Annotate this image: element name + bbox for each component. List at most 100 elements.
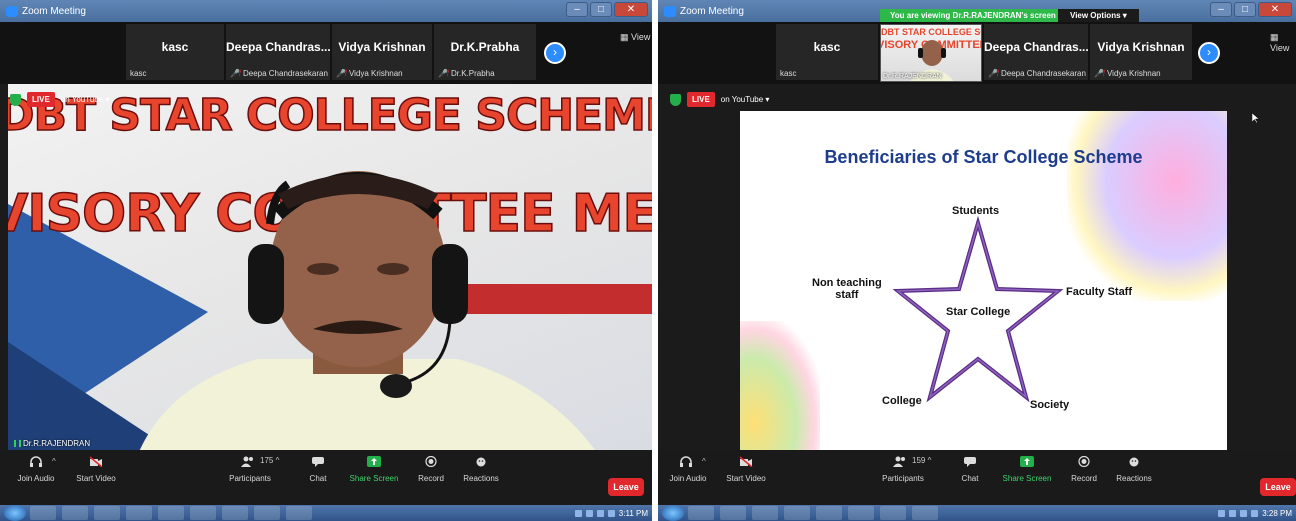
star-label-bottom-right: Society	[1030, 399, 1070, 411]
window-title: Zoom Meeting	[22, 5, 86, 17]
tray-icon[interactable]	[1229, 509, 1237, 517]
view-options-menu[interactable]: View Options ▾	[1058, 9, 1139, 22]
taskbar-app-icon[interactable]	[784, 506, 810, 520]
viewing-screen-banner: You are viewing Dr.R.RAJENDRAN's screen	[880, 9, 1066, 22]
taskbar-app-icon[interactable]	[286, 506, 312, 520]
taskbar-app-icon[interactable]	[190, 506, 216, 520]
reactions-button[interactable]: Reactions	[463, 474, 499, 483]
audio-options-chevron[interactable]: ^	[702, 457, 706, 466]
start-button[interactable]	[662, 505, 684, 521]
start-video-button[interactable]: Start Video	[76, 474, 115, 483]
taskbar-app-icon[interactable]	[688, 506, 714, 520]
view-button[interactable]: ▦ View	[1270, 32, 1296, 53]
speaker-name-label: Dr.R.RAJENDRAN	[14, 439, 90, 448]
start-video-button[interactable]: Start Video	[726, 474, 765, 483]
reactions-icon	[476, 457, 486, 467]
minimize-button[interactable]: –	[1210, 2, 1232, 17]
taskbar-app-icon[interactable]	[126, 506, 152, 520]
leave-button[interactable]: Leave	[1260, 478, 1296, 496]
headphones-icon	[30, 456, 42, 467]
audio-options-chevron[interactable]: ^	[52, 457, 56, 466]
taskbar-app-icon[interactable]	[30, 506, 56, 520]
zoom-logo-icon	[664, 5, 676, 17]
tray-icon[interactable]	[607, 509, 615, 517]
taskbar-app-icon[interactable]	[222, 506, 248, 520]
tray-icon[interactable]	[585, 509, 593, 517]
zoom-logo-icon	[6, 5, 18, 17]
zoom-window-right: Zoom Meeting – □ ✕ You are viewing Dr.R.…	[658, 0, 1296, 521]
reactions-button[interactable]: Reactions	[1116, 474, 1152, 483]
record-button[interactable]: Record	[1071, 474, 1097, 483]
chat-button[interactable]: Chat	[962, 474, 979, 483]
next-page-button[interactable]: ›	[1198, 42, 1220, 64]
headphones-icon	[680, 456, 692, 467]
taskbar-app-icon[interactable]	[62, 506, 88, 520]
next-page-button[interactable]: ›	[544, 42, 566, 64]
participants-button[interactable]: Participants	[229, 474, 271, 483]
minimize-button[interactable]: –	[566, 2, 588, 17]
chat-button[interactable]: Chat	[310, 474, 327, 483]
share-screen-button[interactable]: Share Screen	[350, 474, 399, 483]
start-button[interactable]	[4, 505, 26, 521]
participant-label: 🎤̸ Deepa Chandrasekaran	[988, 69, 1086, 78]
record-button[interactable]: Record	[418, 474, 444, 483]
participant-label: 🎤̸ Vidya Krishnan	[336, 69, 403, 78]
tray-icon[interactable]	[596, 509, 604, 517]
tray-icon[interactable]	[1218, 509, 1226, 517]
participant-strip: kasc kasc Deepa Chandras... 🎤̸ Deepa Chan…	[0, 22, 652, 84]
taskbar-clock[interactable]: 3:11 PM	[619, 509, 648, 518]
live-platform-menu[interactable]: on YouTube ▾	[721, 95, 770, 104]
participant-label: kasc	[780, 69, 797, 78]
taskbar-app-icon[interactable]	[752, 506, 778, 520]
maximize-button[interactable]: □	[590, 2, 612, 17]
participant-count: 159 ^	[912, 456, 932, 465]
thumbnail-name-label: Dr.R.RAJENDRAN	[883, 73, 942, 80]
participants-button[interactable]: Participants	[882, 474, 924, 483]
participant-tile[interactable]: Vidya Krishnan 🎤̸ Vidya Krishnan	[1090, 24, 1192, 80]
participant-tile[interactable]: kasc kasc	[776, 24, 878, 80]
view-button[interactable]: ▦ View	[620, 32, 650, 43]
close-button[interactable]: ✕	[614, 2, 648, 17]
muted-mic-icon: 🎤̸	[1094, 69, 1104, 78]
participants-icon	[241, 456, 253, 467]
participant-label: kasc	[130, 69, 147, 78]
reactions-icon	[1129, 457, 1139, 467]
participant-tile[interactable]: Deepa Chandras... 🎤̸ Deepa Chandrasekaran	[984, 24, 1089, 80]
live-platform-menu[interactable]: on YouTube ▾	[61, 95, 110, 104]
taskbar-app-icon[interactable]	[720, 506, 746, 520]
participant-display-name: Deepa Chandras...	[226, 40, 331, 54]
participant-display-name: Vidya Krishnan	[338, 40, 426, 54]
taskbar-app-icon[interactable]	[94, 506, 120, 520]
taskbar-app-icon[interactable]	[816, 506, 842, 520]
taskbar-app-icon[interactable]	[254, 506, 280, 520]
speaker-thumbnail[interactable]: DBT STAR COLLEGE SCHEME VISORY COMMITTEE…	[880, 24, 982, 82]
video-off-icon	[739, 456, 753, 467]
taskbar-app-icon[interactable]	[912, 506, 938, 520]
share-screen-button[interactable]: Share Screen	[1003, 474, 1052, 483]
title-bar: Zoom Meeting – □ ✕	[0, 0, 652, 22]
tray-icon[interactable]	[574, 509, 582, 517]
join-audio-button[interactable]: Join Audio	[18, 474, 55, 483]
taskbar-app-icon[interactable]	[158, 506, 184, 520]
participant-display-name: Deepa Chandras...	[984, 40, 1089, 54]
taskbar-app-icon[interactable]	[848, 506, 874, 520]
participant-count: 175 ^	[260, 456, 280, 465]
join-audio-button[interactable]: Join Audio	[670, 474, 707, 483]
taskbar-app-icon[interactable]	[880, 506, 906, 520]
shield-icon	[670, 93, 681, 106]
participant-tile[interactable]: Deepa Chandras... 🎤̸ Deepa Chandrasekaran	[226, 24, 331, 80]
participant-tile[interactable]: Vidya Krishnan 🎤̸ Vidya Krishnan	[332, 24, 432, 80]
tray-icon[interactable]	[1240, 509, 1248, 517]
participant-display-name: Vidya Krishnan	[1097, 40, 1185, 54]
meeting-toolbar: ^ Join Audio Start Video 159 ^ Participa…	[658, 450, 1296, 505]
close-button[interactable]: ✕	[1258, 2, 1292, 17]
leave-button[interactable]: Leave	[608, 478, 644, 496]
window-controls: – □ ✕	[1210, 2, 1292, 17]
shared-screen-slide: Beneficiaries of Star College Scheme Stu…	[740, 111, 1227, 469]
participant-tile[interactable]: kasc kasc	[126, 24, 224, 80]
tray-icon[interactable]	[1251, 509, 1259, 517]
maximize-button[interactable]: □	[1234, 2, 1256, 17]
participant-tile[interactable]: Dr.K.Prabha 🎤̸ Dr.K.Prabha	[434, 24, 536, 80]
taskbar-clock[interactable]: 3:28 PM	[1262, 509, 1292, 518]
star-label-top: Students	[952, 205, 1000, 217]
